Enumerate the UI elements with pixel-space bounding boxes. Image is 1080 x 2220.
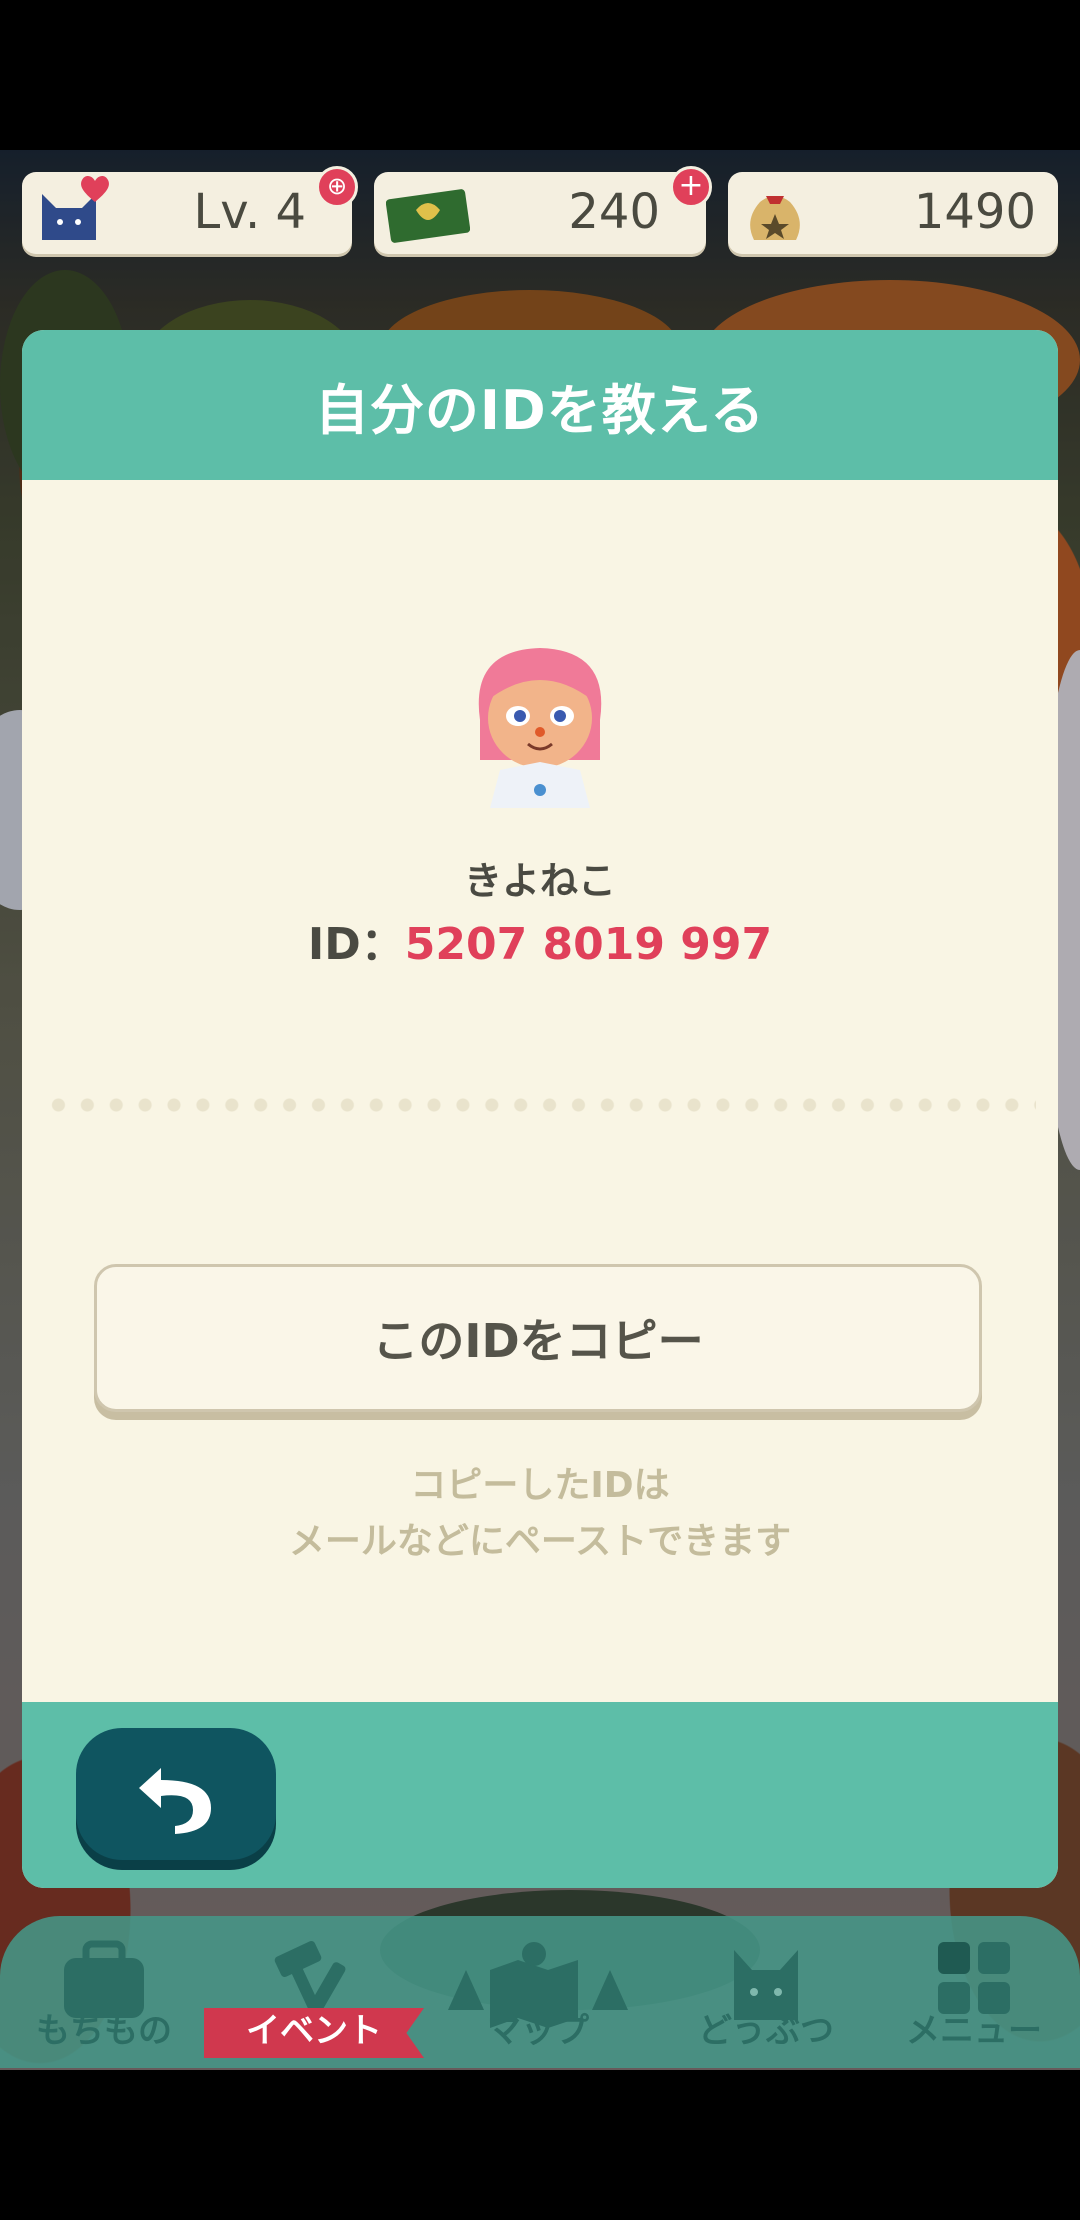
level-text: Lv. 4: [193, 184, 306, 240]
back-arrow-icon: [139, 1768, 211, 1834]
bell-count: 1490: [913, 184, 1036, 240]
player-avatar: [478, 648, 602, 808]
id-value: 5207 8019 997: [404, 919, 773, 970]
dialog-footer: [22, 1702, 1058, 1888]
id-label: ID：: [307, 919, 405, 970]
nav-label-map: マップ: [487, 2011, 589, 2051]
bells-panel: 1490: [728, 172, 1058, 254]
dialog-header: 自分のIDを教える: [22, 330, 1058, 480]
copy-hint: コピーしたIDは メールなどにペーストできます: [22, 1458, 1058, 1570]
player-id: ID：5207 8019 997: [22, 908, 1058, 972]
level-zoom-icon[interactable]: ⊕: [316, 166, 358, 208]
share-id-dialog: 自分のIDを教える きよねこ ID：5207 8019 997 このIDをコピー…: [22, 330, 1058, 1888]
bell-bag-icon: [750, 196, 800, 240]
nav-label-animals: どうぶつ: [698, 2011, 834, 2051]
hint-line-1: コピーしたIDは: [410, 1465, 670, 1506]
back-button[interactable]: [76, 1728, 276, 1860]
dialog-title: 自分のIDを教える: [314, 378, 766, 442]
copy-id-button[interactable]: このIDをコピー: [94, 1264, 982, 1412]
nav-label-bag: もちもの: [36, 2011, 172, 2051]
nav-item-menu[interactable]: メニュー: [874, 1926, 1074, 2066]
nav-label-menu: メニュー: [906, 2011, 1042, 2051]
level-panel[interactable]: Lv. 4 ⊕: [22, 166, 358, 254]
leaf-ticket-panel[interactable]: 240 +: [374, 166, 712, 254]
ticket-count: 240: [568, 184, 660, 240]
nav-item-bag[interactable]: もちもの: [4, 1926, 204, 2066]
bottom-nav: もちもの イベント マップ どうぶつ メニュー: [0, 1916, 1080, 2068]
nav-label-event: イベント: [246, 2011, 382, 2051]
leaf-ticket-icon: [386, 189, 470, 243]
nav-item-event[interactable]: イベント: [204, 1926, 424, 2066]
nav-item-map[interactable]: マップ: [438, 1926, 638, 2066]
player-name: きよねこ: [463, 859, 616, 903]
dotted-divider: [44, 1098, 1036, 1112]
nav-item-animals[interactable]: どうぶつ: [666, 1926, 866, 2066]
add-tickets-button[interactable]: +: [670, 166, 712, 208]
heart-icon: [81, 175, 109, 202]
hint-line-2: メールなどにペーストできます: [288, 1521, 792, 1562]
